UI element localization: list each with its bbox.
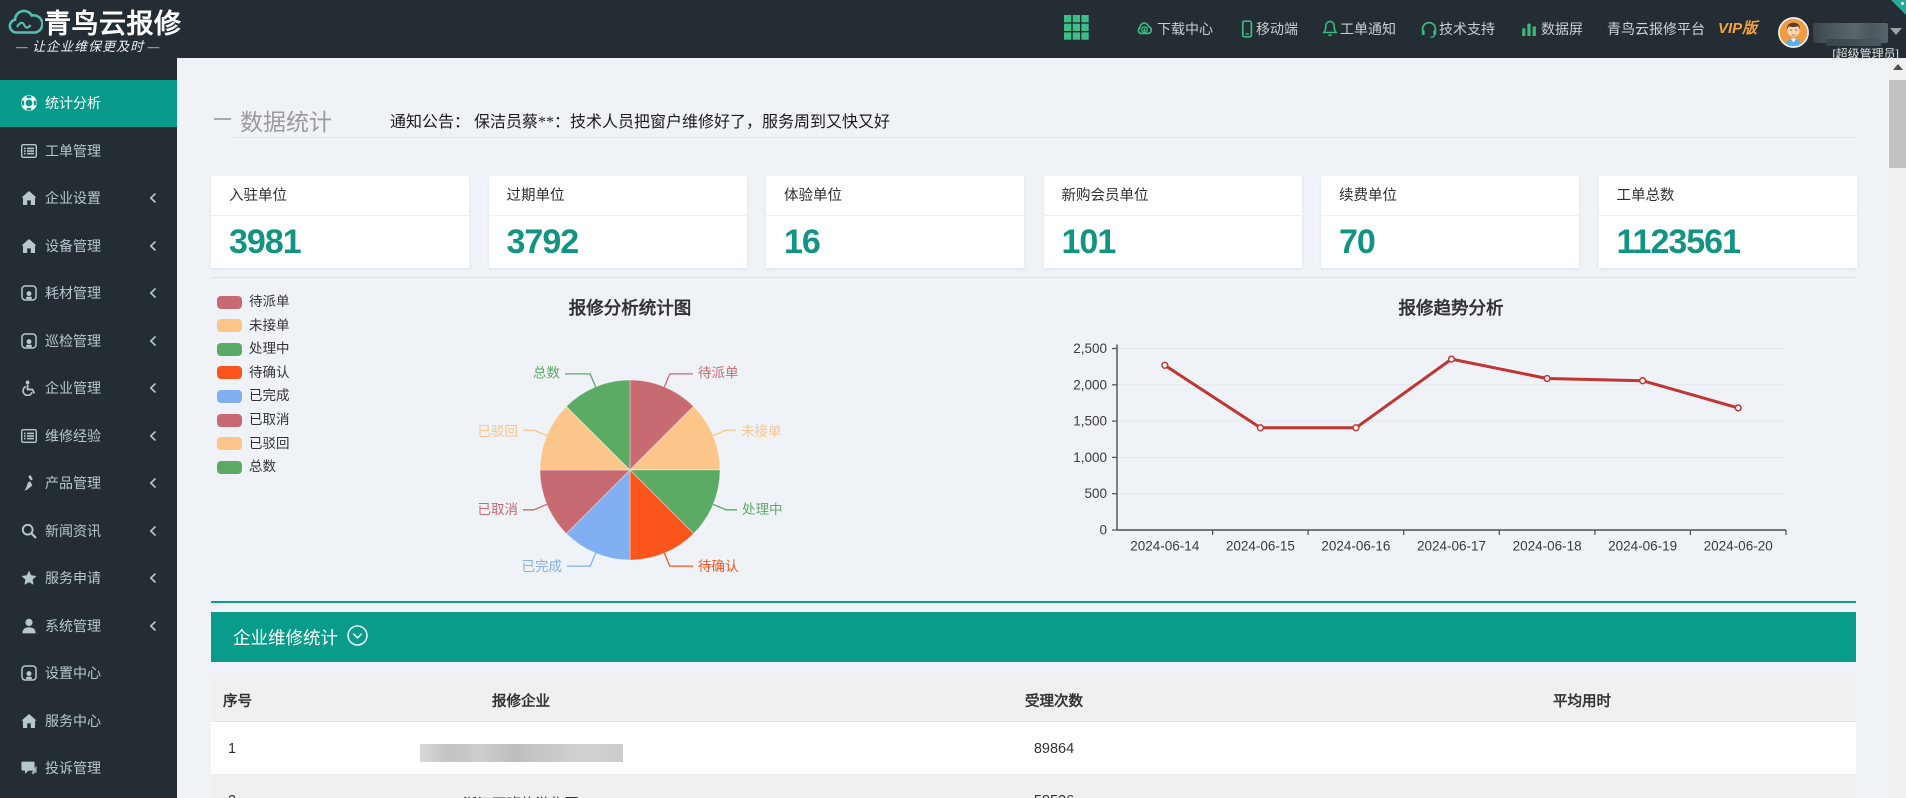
svg-text:2024-06-18: 2024-06-18 bbox=[1513, 539, 1582, 554]
svg-text:1,000: 1,000 bbox=[1073, 450, 1107, 465]
svg-text:2024-06-20: 2024-06-20 bbox=[1704, 539, 1773, 554]
svg-text:0: 0 bbox=[1099, 523, 1107, 538]
svg-text:2024-06-19: 2024-06-19 bbox=[1608, 539, 1677, 554]
svg-text:已完成: 已完成 bbox=[522, 559, 563, 574]
svg-text:待派单: 待派单 bbox=[698, 366, 739, 381]
svg-text:2024-06-16: 2024-06-16 bbox=[1321, 539, 1390, 554]
svg-text:2024-06-14: 2024-06-14 bbox=[1130, 539, 1200, 554]
svg-text:2024-06-17: 2024-06-17 bbox=[1417, 539, 1486, 554]
svg-text:2,000: 2,000 bbox=[1073, 377, 1107, 392]
svg-text:待确认: 待确认 bbox=[698, 559, 739, 574]
svg-text:已取消: 已取消 bbox=[478, 502, 519, 517]
svg-text:处理中: 处理中 bbox=[742, 502, 783, 517]
svg-text:总数: 总数 bbox=[533, 366, 561, 381]
svg-text:500: 500 bbox=[1084, 486, 1107, 501]
svg-text:1,500: 1,500 bbox=[1073, 414, 1107, 429]
svg-text:2024-06-15: 2024-06-15 bbox=[1226, 539, 1295, 554]
svg-text:未接单: 未接单 bbox=[741, 423, 782, 439]
svg-text:已驳回: 已驳回 bbox=[478, 424, 519, 439]
svg-text:2,500: 2,500 bbox=[1073, 341, 1107, 356]
